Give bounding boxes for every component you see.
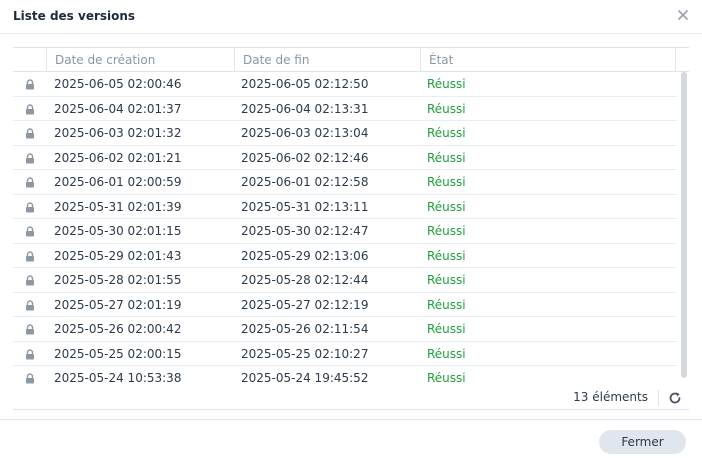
footer-divider: [658, 390, 659, 406]
table-row[interactable]: 2025-05-31 02:01:39 2025-05-31 02:13:11 Ré…: [13, 195, 677, 219]
table-row[interactable]: 2025-06-02 02:01:21 2025-06-02 02:12:46 Ré…: [13, 146, 677, 170]
lock-icon: [25, 366, 37, 385]
table-header: Date de création Date de fin État: [13, 47, 689, 72]
cell-state: Réussi: [427, 322, 466, 336]
item-count: 13 éléments: [573, 390, 648, 404]
cell-ended: 2025-05-31 02:13:11: [241, 199, 369, 214]
cell-created: 2025-05-26 02:00:42: [54, 322, 182, 336]
table-row[interactable]: 2025-05-28 02:01:55 2025-05-28 02:12:44 Ré…: [13, 268, 677, 293]
version-list-dialog: Liste des versions Date de création Date…: [0, 0, 702, 458]
cell-ended: 2025-05-28 02:12:44: [241, 273, 369, 287]
cell-state: Réussi: [427, 77, 466, 91]
cell-state: Réussi: [427, 273, 466, 287]
cell-state: Réussi: [427, 297, 466, 312]
lock-icon: [25, 72, 37, 96]
table-row[interactable]: 2025-06-05 02:00:46 2025-06-05 02:12:50 Ré…: [13, 72, 677, 97]
cell-created: 2025-06-02 02:01:21: [54, 150, 182, 165]
cell-state: Réussi: [427, 199, 466, 214]
cell-state: Réussi: [427, 371, 466, 385]
table-row[interactable]: 2025-05-26 02:00:42 2025-05-26 02:11:54 Ré…: [13, 317, 677, 342]
cell-ended: 2025-05-30 02:12:47: [241, 224, 369, 238]
cell-created: 2025-06-01 02:00:59: [54, 175, 182, 189]
dialog-title-bar: Liste des versions: [0, 0, 702, 34]
cell-ended: 2025-05-24 19:45:52: [241, 371, 369, 385]
lock-icon: [25, 121, 37, 145]
close-button[interactable]: Fermer: [599, 430, 686, 454]
cell-created: 2025-05-25 02:00:15: [54, 346, 182, 361]
lock-icon: [25, 195, 37, 219]
lock-icon: [25, 342, 37, 366]
cell-created: 2025-05-30 02:01:15: [54, 224, 182, 238]
cell-created: 2025-05-24 10:53:38: [54, 371, 182, 385]
cell-created: 2025-05-28 02:01:55: [54, 273, 182, 287]
cell-ended: 2025-05-27 02:12:19: [241, 297, 369, 312]
table-row[interactable]: 2025-06-04 02:01:37 2025-06-04 02:13:31 Ré…: [13, 97, 677, 121]
dialog-footer: Fermer: [0, 419, 702, 458]
cell-state: Réussi: [427, 126, 466, 140]
cell-state: Réussi: [427, 175, 466, 189]
cell-state: Réussi: [427, 248, 466, 263]
versions-table: Date de création Date de fin État 2025-0…: [13, 47, 689, 385]
table-row[interactable]: 2025-05-30 02:01:15 2025-05-30 02:12:47 Ré…: [13, 219, 677, 244]
refresh-icon[interactable]: [665, 388, 685, 408]
cell-created: 2025-06-03 02:01:32: [54, 126, 182, 140]
table-row[interactable]: 2025-05-27 02:01:19 2025-05-27 02:12:19 Ré…: [13, 293, 677, 317]
cell-state: Réussi: [427, 346, 466, 361]
lock-icon: [25, 170, 37, 194]
cell-created: 2025-05-29 02:01:43: [54, 248, 182, 263]
cell-ended: 2025-05-25 02:10:27: [241, 346, 369, 361]
table-row[interactable]: 2025-06-03 02:01:32 2025-06-03 02:13:04 Ré…: [13, 121, 677, 146]
lock-icon: [25, 244, 37, 268]
table-row[interactable]: 2025-05-29 02:01:43 2025-05-29 02:13:06 Ré…: [13, 244, 677, 268]
cell-ended: 2025-06-02 02:12:46: [241, 150, 369, 165]
close-icon[interactable]: [674, 6, 692, 24]
cell-ended: 2025-06-03 02:13:04: [241, 126, 369, 140]
cell-created: 2025-05-31 02:01:39: [54, 199, 182, 214]
header-state[interactable]: État: [420, 48, 675, 72]
cell-ended: 2025-06-04 02:13:31: [241, 101, 369, 116]
table-row[interactable]: 2025-05-24 10:53:38 2025-05-24 19:45:52 Ré…: [13, 366, 677, 385]
table-row[interactable]: 2025-05-25 02:00:15 2025-05-25 02:10:27 Ré…: [13, 342, 677, 366]
cell-created: 2025-05-27 02:01:19: [54, 297, 182, 312]
table-footer: 13 éléments: [13, 385, 689, 410]
cell-ended: 2025-05-29 02:13:06: [241, 248, 369, 263]
header-lock-column: [13, 48, 46, 72]
cell-ended: 2025-05-26 02:11:54: [241, 322, 369, 336]
cell-state: Réussi: [427, 150, 466, 165]
dialog-title: Liste des versions: [13, 9, 136, 23]
lock-icon: [25, 293, 37, 317]
header-spacer: [675, 48, 689, 72]
cell-ended: 2025-06-05 02:12:50: [241, 77, 369, 91]
cell-ended: 2025-06-01 02:12:58: [241, 175, 369, 189]
cell-created: 2025-06-04 02:01:37: [54, 101, 182, 116]
lock-icon: [25, 268, 37, 292]
header-created[interactable]: Date de création: [46, 48, 234, 72]
lock-icon: [25, 219, 37, 243]
lock-icon: [25, 97, 37, 121]
scrollbar[interactable]: [679, 72, 689, 385]
cell-created: 2025-06-05 02:00:46: [54, 77, 182, 91]
scrollbar-thumb[interactable]: [681, 72, 687, 378]
lock-icon: [25, 146, 37, 170]
header-ended[interactable]: Date de fin: [234, 48, 420, 72]
lock-icon: [25, 317, 37, 341]
cell-state: Réussi: [427, 101, 466, 116]
table-body: 2025-06-05 02:00:46 2025-06-05 02:12:50 Ré…: [13, 72, 677, 385]
table-row[interactable]: 2025-06-01 02:00:59 2025-06-01 02:12:58 Ré…: [13, 170, 677, 195]
cell-state: Réussi: [427, 224, 466, 238]
